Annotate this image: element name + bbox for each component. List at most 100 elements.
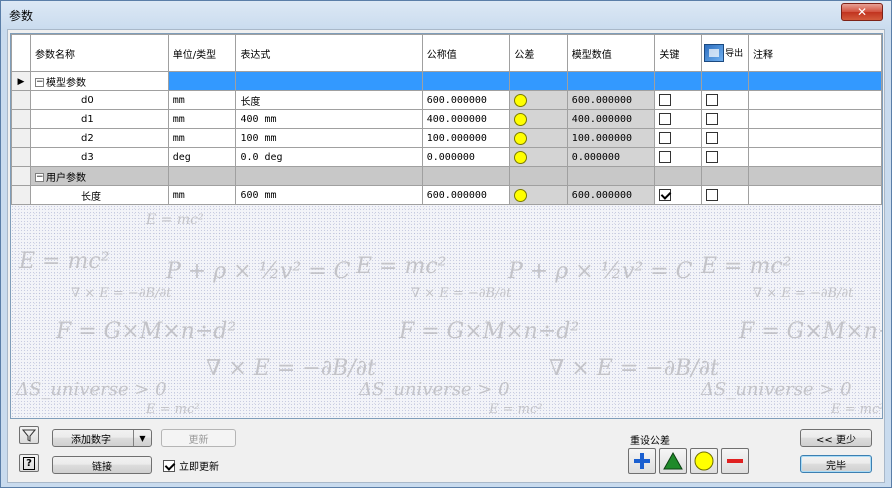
key-cell[interactable] [654, 109, 703, 129]
export-cell[interactable] [701, 128, 749, 148]
comment-cell[interactable] [748, 90, 882, 110]
tolerance-cell[interactable] [509, 128, 568, 148]
table-row[interactable]: d0 mm 长度 600.000000 600.000000 [11, 90, 882, 110]
watermark-formula: F = G×M×n÷d² [739, 319, 882, 344]
watermark-formula: F = G×M×n÷d² [399, 319, 580, 344]
comment-cell[interactable] [748, 109, 882, 129]
watermark-formula: E = mc² [146, 402, 200, 417]
column-header-key[interactable]: 关键 [654, 34, 703, 72]
group-row-user-parameters[interactable]: − 用户参数 [11, 166, 882, 186]
parameter-expression[interactable]: 600 mm [235, 185, 423, 205]
table-row[interactable]: d1 mm 400 mm 400.000000 400.000000 [11, 109, 882, 129]
parameter-name[interactable]: d0 [30, 90, 169, 110]
watermark-formula: P + ρ × ½v² = C [508, 259, 693, 284]
parameter-expression[interactable]: 400 mm [235, 109, 423, 129]
tolerance-lower-button[interactable] [721, 448, 749, 474]
key-cell[interactable] [654, 90, 703, 110]
tolerance-nominal-button[interactable] [659, 448, 687, 474]
export-cell[interactable] [701, 90, 749, 110]
comment-cell[interactable] [748, 185, 882, 205]
table-row[interactable]: d3 deg 0.0 deg 0.000000 0.000000 [11, 147, 882, 167]
column-header-nominal[interactable]: 公称值 [421, 34, 511, 72]
row-selector-header [11, 34, 31, 72]
group-row-model-parameters[interactable]: ▶ − 模型参数 [11, 71, 882, 91]
filter-button[interactable] [19, 426, 39, 444]
immediate-update-label: 立即更新 [179, 462, 219, 473]
export-cell[interactable] [701, 109, 749, 129]
key-checkbox[interactable] [659, 132, 672, 144]
help-button[interactable]: ? [19, 454, 39, 472]
tolerance-upper-button[interactable] [628, 448, 656, 474]
table-row[interactable]: d2 mm 100 mm 100.000000 100.000000 [11, 128, 882, 148]
tolerance-cell[interactable] [509, 90, 568, 110]
comment-cell[interactable] [748, 147, 882, 167]
tolerance-cell[interactable] [509, 147, 568, 167]
comment-cell[interactable] [748, 128, 882, 148]
watermark-formula: ∇ × E = −∂B/∂t [753, 286, 854, 301]
key-checkbox[interactable] [659, 189, 672, 201]
tolerance-median-icon [514, 93, 528, 107]
key-checkbox[interactable] [659, 151, 672, 163]
column-header-name[interactable]: 参数名称 [30, 34, 169, 72]
minus-icon [727, 459, 743, 463]
key-checkbox[interactable] [659, 94, 672, 106]
export-cell[interactable] [701, 147, 749, 167]
parameter-unit[interactable]: mm [167, 109, 237, 129]
parameter-unit[interactable]: mm [167, 128, 237, 148]
parameter-expression[interactable]: 0.0 deg [235, 147, 423, 167]
immediate-update-option[interactable]: 立即更新 [163, 458, 219, 473]
key-cell[interactable] [654, 147, 703, 167]
collapse-icon[interactable]: − [35, 78, 44, 87]
parameter-unit[interactable]: mm [167, 90, 237, 110]
tree-group-cell[interactable]: − 用户参数 [30, 166, 169, 186]
column-header-export[interactable]: 导出 [701, 34, 749, 72]
column-header-comment[interactable]: 注释 [748, 34, 882, 72]
close-icon: ✕ [856, 5, 868, 19]
less-button[interactable]: << 更少 [800, 429, 872, 447]
group-label: 模型参数 [46, 77, 86, 89]
tolerance-median-icon [514, 188, 528, 202]
export-checkbox[interactable] [706, 113, 719, 125]
column-header-model-value[interactable]: 模型数值 [566, 34, 656, 72]
export-checkbox[interactable] [706, 189, 719, 201]
watermark-formula: E = mc² [146, 212, 204, 228]
tolerance-cell[interactable] [509, 185, 568, 205]
table-row[interactable]: 长度 mm 600 mm 600.000000 600.000000 [11, 185, 882, 205]
update-button[interactable]: 更新 [161, 429, 236, 447]
column-header-tolerance[interactable]: 公差 [509, 34, 568, 72]
parameter-expression[interactable]: 长度 [235, 90, 423, 110]
immediate-update-checkbox[interactable] [163, 459, 175, 472]
tolerance-median-button[interactable] [690, 448, 718, 474]
column-header-unit[interactable]: 单位/类型 [167, 34, 237, 72]
parameter-unit[interactable]: mm [167, 185, 237, 205]
parameter-name[interactable]: d3 [30, 147, 169, 167]
collapse-icon[interactable]: − [35, 173, 44, 182]
parameter-unit[interactable]: deg [167, 147, 237, 167]
parameter-name[interactable]: d2 [30, 128, 169, 148]
triangle-icon [663, 451, 683, 470]
export-checkbox[interactable] [706, 94, 719, 106]
parameter-model-value: 400.000000 [566, 109, 656, 129]
parameter-name[interactable]: 长度 [30, 185, 169, 205]
link-button[interactable]: 链接 [52, 456, 152, 474]
export-checkbox[interactable] [706, 151, 719, 163]
add-number-button[interactable]: 添加数字 ▼ [52, 429, 152, 447]
row-selector[interactable]: ▶ [11, 71, 31, 91]
key-cell[interactable] [654, 128, 703, 148]
close-button[interactable]: ✕ [841, 3, 883, 21]
tree-group-cell[interactable]: − 模型参数 [30, 71, 169, 91]
watermark-formula: E = mc² [489, 402, 543, 417]
watermark-formula: P + ρ × ½v² = C [166, 259, 351, 284]
key-cell[interactable] [654, 185, 703, 205]
parameter-expression[interactable]: 100 mm [235, 128, 423, 148]
tolerance-cell[interactable] [509, 109, 568, 129]
export-checkbox[interactable] [706, 132, 719, 144]
export-cell[interactable] [701, 185, 749, 205]
column-header-expression[interactable]: 表达式 [235, 34, 423, 72]
key-checkbox[interactable] [659, 113, 672, 125]
circle-icon [694, 451, 714, 471]
done-button[interactable]: 完毕 [800, 455, 872, 473]
parameter-name[interactable]: d1 [30, 109, 169, 129]
dropdown-arrow-icon[interactable]: ▼ [133, 430, 151, 446]
watermark-formula: E = mc² [356, 254, 447, 279]
